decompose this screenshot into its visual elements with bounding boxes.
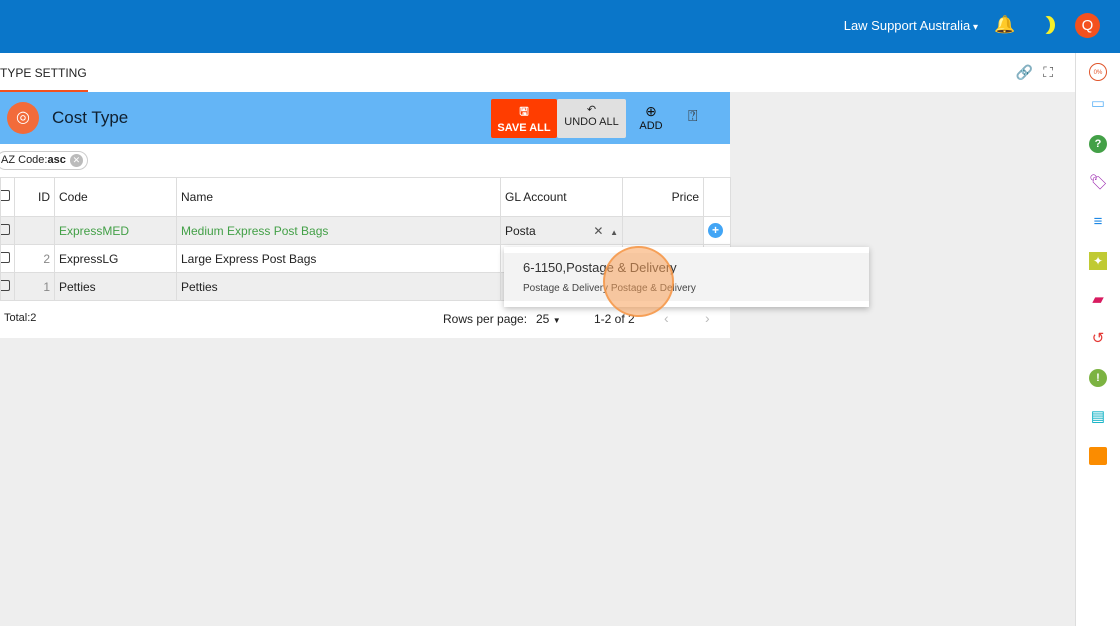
col-name[interactable]: Name xyxy=(176,177,501,217)
col-gl-account[interactable]: GL Account xyxy=(500,177,623,217)
next-page-icon[interactable]: › xyxy=(705,310,710,326)
moon-icon[interactable] xyxy=(1036,16,1050,34)
dropdown-option[interactable]: 6-1150,Postage & Delivery Postage & Deli… xyxy=(504,253,869,301)
click-indicator xyxy=(603,246,674,317)
avatar[interactable]: Q xyxy=(1075,13,1100,38)
sort-chip[interactable]: AZ Code:asc ✕ xyxy=(0,151,88,170)
price-field[interactable] xyxy=(622,216,704,245)
add-circle-icon: ⊕ xyxy=(645,103,657,119)
row-checkbox[interactable] xyxy=(1,279,10,291)
row-name: Large Express Post Bags xyxy=(176,244,501,273)
code-field[interactable]: ExpressMED xyxy=(54,216,177,245)
remove-sort-icon[interactable]: ✕ xyxy=(69,154,83,167)
col-price[interactable]: Price xyxy=(622,177,704,217)
chat-icon[interactable]: ▰ xyxy=(1089,291,1107,309)
briefcase-icon[interactable] xyxy=(1089,447,1107,465)
add-row-icon[interactable]: + xyxy=(708,223,723,238)
help-icon[interactable]: ? xyxy=(1089,135,1107,153)
page-title: Cost Type xyxy=(52,108,129,127)
add-button[interactable]: ⊕ ADD xyxy=(634,99,668,138)
row-checkbox[interactable] xyxy=(1,251,10,263)
row-name: Petties xyxy=(176,272,501,301)
clear-icon[interactable]: ✕ xyxy=(593,224,603,238)
bell-icon[interactable]: 🔔 xyxy=(994,15,1015,35)
top-bar: Law Support Australia 🔔 Q xyxy=(0,0,1120,53)
col-code[interactable]: Code xyxy=(54,177,177,217)
link-icon[interactable]: 🔗 xyxy=(1016,64,1043,80)
tag-icon[interactable]: 🏷 xyxy=(1089,174,1108,192)
alert-icon[interactable]: ! xyxy=(1089,369,1107,387)
table-header: ID Code Name GL Account Price xyxy=(0,177,731,217)
calendar-icon[interactable]: ▭ xyxy=(1089,95,1107,113)
add-note-icon[interactable]: ✦ xyxy=(1089,252,1107,270)
row-code: Petties xyxy=(54,272,177,301)
event-icon[interactable]: ▤ xyxy=(1089,408,1107,426)
undo-all-button[interactable]: ↶ UNDO ALL xyxy=(557,99,626,138)
prev-page-icon[interactable]: ‹ xyxy=(664,310,669,326)
progress-icon[interactable]: 0% xyxy=(1089,63,1107,81)
gl-account-dropdown: 6-1150,Postage & Delivery Postage & Deli… xyxy=(504,247,869,307)
rows-per-page-label: Rows per page: xyxy=(443,312,528,326)
caret-up-icon[interactable]: ▲ xyxy=(610,228,618,237)
edit-row: ExpressMED Medium Express Post Bags Post… xyxy=(0,216,731,245)
save-all-button[interactable]: 🖫 SAVE ALL xyxy=(491,99,557,138)
gl-account-input[interactable]: Posta xyxy=(505,224,536,238)
feedback-icon[interactable]: ⍰ xyxy=(688,108,698,126)
row-id: 2 xyxy=(14,244,55,273)
history-icon[interactable]: ↺ xyxy=(1089,330,1107,348)
dropdown-caret-icon: ▼ xyxy=(552,316,561,325)
notes-icon[interactable]: ≡ xyxy=(1089,213,1107,231)
org-selector[interactable]: Law Support Australia xyxy=(844,18,978,33)
save-icon: 🖫 xyxy=(519,106,529,118)
col-id[interactable]: ID xyxy=(14,177,55,217)
undo-icon: ↶ xyxy=(586,104,597,116)
right-sidebar: 0% ▭ ? 🏷 ≡ ✦ ▰ ↺ ! ▤ xyxy=(1075,53,1120,626)
fullscreen-icon[interactable]: ⛶ xyxy=(1043,64,1063,80)
tab-strip: TYPE SETTING 🔗⛶ xyxy=(0,53,1075,92)
name-field[interactable]: Medium Express Post Bags xyxy=(176,216,501,245)
sort-az-icon: AZ xyxy=(1,154,16,166)
total-count: Total:2 xyxy=(4,312,37,324)
row-checkbox[interactable] xyxy=(1,223,10,235)
rows-per-page-select[interactable]: 25 ▼ xyxy=(536,312,561,326)
tab-type-setting[interactable]: TYPE SETTING xyxy=(0,53,88,92)
row-id: 1 xyxy=(14,272,55,301)
row-code: ExpressLG xyxy=(54,244,177,273)
cost-type-logo-icon: ◎ xyxy=(7,102,39,134)
select-all-checkbox[interactable] xyxy=(1,190,10,201)
